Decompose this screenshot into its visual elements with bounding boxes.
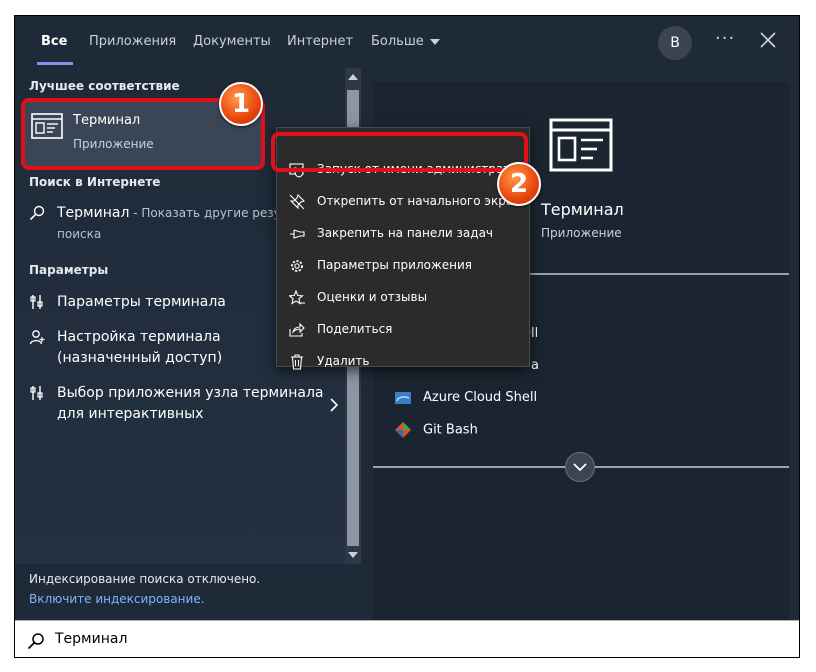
- menu-item-label: Поделиться: [317, 322, 393, 336]
- tab-apps[interactable]: Приложения: [89, 34, 176, 49]
- user-icon: [29, 330, 45, 345]
- menu-item-unpin-start[interactable]: Открепить от начального экрана: [289, 192, 519, 210]
- settings-icon: [30, 295, 43, 309]
- settings-heading: Параметры: [29, 263, 109, 277]
- step-badge-1: 1: [219, 82, 263, 126]
- preview-item-git-bash[interactable]: Git Bash: [395, 422, 478, 438]
- tab-more[interactable]: Больше: [371, 34, 440, 49]
- menu-item-pin-taskbar[interactable]: Закрепить на панели задач: [289, 224, 519, 242]
- menu-item-label: Закрепить на панели задач: [317, 226, 494, 240]
- search-input[interactable]: Терминал: [55, 631, 127, 647]
- highlight-box-2: [271, 132, 528, 172]
- menu-item-label: Удалить: [317, 354, 370, 368]
- scroll-up-icon[interactable]: [348, 74, 358, 80]
- chevron-down-icon: [429, 38, 440, 45]
- tab-documents[interactable]: Документы: [193, 34, 271, 49]
- share-icon: [289, 322, 305, 337]
- menu-item-uninstall[interactable]: Удалить: [289, 352, 519, 370]
- search-bar[interactable]: Терминал: [15, 620, 799, 657]
- tab-internet[interactable]: Интернет: [287, 34, 353, 49]
- indexing-footer: Индексирование поиска отключено. Включит…: [15, 564, 359, 614]
- settings-icon: [30, 386, 43, 400]
- preview-subtitle: Приложение: [541, 226, 622, 240]
- preview-item-label: Azure Cloud Shell: [423, 390, 538, 405]
- expand-button[interactable]: [565, 452, 595, 482]
- git-icon: [395, 422, 411, 438]
- preview-item-partial[interactable]: a: [531, 358, 539, 373]
- chevron-down-icon: [573, 463, 587, 472]
- menu-item-ratings[interactable]: Оценки и отзывы: [289, 288, 519, 306]
- step-badge-2: 2: [497, 162, 541, 206]
- unpin-icon: [289, 193, 305, 209]
- chevron-right-icon[interactable]: [329, 398, 339, 412]
- close-icon[interactable]: [758, 30, 778, 50]
- tab-more-label: Больше: [371, 34, 424, 49]
- search-icon: [27, 633, 44, 650]
- star-icon: [289, 289, 305, 305]
- search-icon: [29, 205, 45, 221]
- menu-item-share[interactable]: Поделиться: [289, 320, 519, 338]
- web-search-heading: Поиск в Интернете: [29, 175, 161, 189]
- web-search-query: Терминал: [57, 205, 130, 221]
- enable-indexing-link[interactable]: Включите индексирование.: [29, 592, 205, 606]
- trash-icon: [291, 354, 303, 370]
- preview-title: Терминал: [541, 200, 624, 219]
- terminal-app-icon: [549, 118, 613, 172]
- tab-all[interactable]: Все: [41, 34, 67, 49]
- menu-item-label: Параметры приложения: [317, 258, 473, 272]
- search-window: Все Приложения Документы Интернет Больше…: [14, 15, 800, 658]
- preview-item-azure-cloud-shell[interactable]: Azure Cloud Shell: [395, 390, 537, 405]
- gear-icon: [291, 259, 303, 272]
- menu-item-label: Оценки и отзывы: [317, 290, 428, 304]
- menu-item-app-settings[interactable]: Параметры приложения: [289, 256, 519, 274]
- best-match-heading: Лучшее соответствие: [29, 79, 180, 93]
- active-tab-indicator: [37, 62, 73, 65]
- scroll-down-icon[interactable]: [348, 552, 358, 558]
- more-options-button[interactable]: ···: [715, 28, 735, 49]
- azure-icon: [395, 391, 411, 404]
- top-bar: Все Приложения Документы Интернет Больше…: [15, 16, 799, 68]
- indexing-status: Индексирование поиска отключено.: [29, 572, 261, 586]
- avatar[interactable]: B: [658, 26, 692, 60]
- pin-icon: [290, 228, 305, 239]
- menu-item-label: Открепить от начального экрана: [317, 194, 519, 208]
- settings-item-label: Выбор приложения узла терминала для инте…: [57, 385, 324, 422]
- preview-item-label: Git Bash: [423, 422, 478, 438]
